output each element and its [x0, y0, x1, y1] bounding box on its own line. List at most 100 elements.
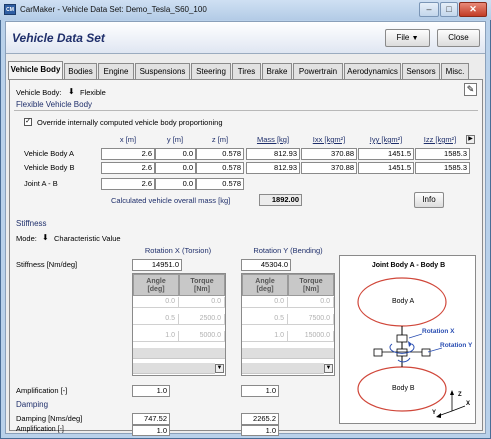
stiffness-amplification-label: Amplification [-]	[16, 386, 68, 395]
body-b-ixx-field[interactable]: 370.88	[301, 162, 357, 174]
damping-amplification-y-field[interactable]: 1.0	[241, 425, 279, 436]
arrow-down-icon[interactable]: ▼	[324, 364, 333, 373]
stiffness-x-field[interactable]: 14951.0	[132, 259, 182, 271]
mode-value[interactable]: Characteristic Value	[54, 234, 121, 243]
body-a-iyy-field[interactable]: 1451.5	[358, 148, 414, 160]
rotation-y-title: Rotation Y (Bending)	[253, 246, 323, 255]
minimize-button[interactable]: –	[419, 2, 439, 17]
table-cell[interactable]: 1.0	[133, 331, 179, 342]
col-header-iyy[interactable]: Iyy [kgm²]	[358, 135, 414, 144]
tab-engine[interactable]: Engine	[98, 63, 134, 79]
body-a-z-field[interactable]: 0.578	[196, 148, 244, 160]
row-label-body-b: Vehicle Body B	[24, 163, 75, 172]
table-cell[interactable]: 2500.0	[179, 314, 225, 325]
tab-vehicle-body[interactable]: Vehicle Body	[8, 61, 63, 80]
table-cell[interactable]: 0.5	[133, 314, 179, 325]
joint-diagram-drawing	[357, 277, 466, 418]
body-a-izz-field[interactable]: 1585.3	[415, 148, 470, 160]
overall-mass-value: 1892.00	[259, 194, 302, 206]
axis-z-label: Z	[458, 392, 462, 398]
override-checkbox[interactable]: ✓	[24, 118, 32, 126]
damping-amplification-x-field[interactable]: 1.0	[132, 425, 170, 436]
table-cell[interactable]: 1.0	[242, 331, 288, 342]
client-area: Vehicle Data Set File ▼ Close Vehicle Bo…	[5, 21, 486, 436]
file-menu-button[interactable]: File ▼	[385, 29, 430, 47]
row-label-body-a: Vehicle Body A	[24, 149, 75, 158]
col-header-x: x [m]	[119, 135, 137, 144]
body-a-label: Body A	[392, 298, 415, 305]
joint-y-field[interactable]: 0.0	[155, 178, 196, 190]
tab-steering[interactable]: Steering	[191, 63, 231, 79]
table-row-empty	[242, 363, 324, 374]
stiffness-section-title: Stiffness	[16, 219, 47, 228]
close-button[interactable]: Close	[437, 29, 480, 47]
table-cell[interactable]: 0.0	[133, 297, 179, 308]
window-close-button[interactable]: ✕	[459, 2, 487, 17]
tab-sensors[interactable]: Sensors	[402, 63, 440, 79]
arrow-right-icon[interactable]: ▶	[466, 135, 475, 144]
download-arrow-icon[interactable]: ⬇	[42, 233, 50, 242]
body-b-izz-field[interactable]: 1585.3	[415, 162, 470, 174]
body-a-y-field[interactable]: 0.0	[155, 148, 196, 160]
stiffness-label: Stiffness [Nm/deg]	[16, 260, 78, 269]
body-b-y-field[interactable]: 0.0	[155, 162, 196, 174]
info-button[interactable]: Info	[414, 192, 444, 208]
vehicle-body-panel: Vehicle Body: ⬇ Flexible ✎ Flexible Vehi…	[9, 79, 483, 436]
body-a-ixx-field[interactable]: 370.88	[301, 148, 357, 160]
caret-down-icon: ▼	[411, 35, 419, 42]
col-header-mass[interactable]: Mass [kg]	[246, 135, 300, 144]
rotation-x-label: Rotation X	[422, 328, 455, 335]
title-bar[interactable]: CM CarMaker - Vehicle Data Set: Demo_Tes…	[0, 0, 491, 20]
damping-y-field[interactable]: 2265.2	[241, 413, 279, 425]
stiffness-y-field[interactable]: 45304.0	[241, 259, 291, 271]
override-label: Override internally computed vehicle bod…	[37, 118, 223, 127]
stiffness-amplification-x-field[interactable]: 1.0	[132, 385, 170, 397]
tab-tires[interactable]: Tires	[232, 63, 261, 79]
table-cell[interactable]: 0.0	[242, 297, 288, 308]
arrow-down-icon[interactable]: ▼	[215, 364, 224, 373]
body-b-x-field[interactable]: 2.6	[101, 162, 155, 174]
table-row-empty	[133, 363, 215, 374]
vehicle-body-value[interactable]: Flexible	[80, 88, 106, 97]
vehicle-body-label: Vehicle Body:	[16, 88, 62, 97]
carmaker-app-icon: CM	[4, 4, 16, 15]
table-row-empty	[242, 348, 334, 359]
body-b-mass-field[interactable]: 812.93	[246, 162, 300, 174]
tab-bodies[interactable]: Bodies	[64, 63, 97, 79]
window-title: CarMaker - Vehicle Data Set: Demo_Tesla_…	[20, 5, 207, 14]
notepad-icon[interactable]: ✎	[464, 83, 477, 96]
joint-z-field[interactable]: 0.578	[196, 178, 244, 190]
download-arrow-icon[interactable]: ⬇	[68, 87, 76, 96]
table-header-torque: Torque [Nm]	[179, 274, 225, 296]
damping-amplification-label: Amplification [-]	[16, 426, 64, 433]
col-header-y: y [m]	[166, 135, 184, 144]
damping-section-title: Damping	[16, 400, 49, 409]
body-a-x-field[interactable]: 2.6	[101, 148, 155, 160]
table-cell[interactable]: 7500.0	[288, 314, 334, 325]
tab-misc[interactable]: Misc.	[441, 63, 469, 79]
tab-powertrain[interactable]: Powertrain	[293, 63, 343, 79]
axis-x-label: X	[466, 401, 471, 407]
table-row-empty	[133, 348, 225, 359]
table-cell[interactable]: 5000.0	[179, 331, 225, 342]
joint-x-field[interactable]: 2.6	[101, 178, 155, 190]
stiffness-amplification-y-field[interactable]: 1.0	[241, 385, 279, 397]
body-b-z-field[interactable]: 0.578	[196, 162, 244, 174]
table-header-angle: Angle [deg]	[242, 274, 288, 296]
table-header-angle: Angle [deg]	[133, 274, 179, 296]
row-label-joint: Joint A - B	[24, 179, 58, 188]
axis-y-label: Y	[432, 410, 437, 416]
col-header-ixx[interactable]: Ixx [kgm²]	[301, 135, 357, 144]
table-cell[interactable]: 0.0	[288, 297, 334, 308]
table-cell[interactable]: 0.0	[179, 297, 225, 308]
tab-suspensions[interactable]: Suspensions	[135, 63, 190, 79]
maximize-button[interactable]: □	[440, 2, 458, 17]
table-cell[interactable]: 15000.0	[288, 331, 334, 342]
body-b-iyy-field[interactable]: 1451.5	[358, 162, 414, 174]
tab-brake[interactable]: Brake	[262, 63, 292, 79]
tab-aerodynamics[interactable]: Aerodynamics	[344, 63, 401, 79]
damping-x-field[interactable]: 747.52	[132, 413, 170, 425]
body-a-mass-field[interactable]: 812.93	[246, 148, 300, 160]
table-cell[interactable]: 0.5	[242, 314, 288, 325]
col-header-izz[interactable]: Izz [kgm²]	[415, 135, 465, 144]
